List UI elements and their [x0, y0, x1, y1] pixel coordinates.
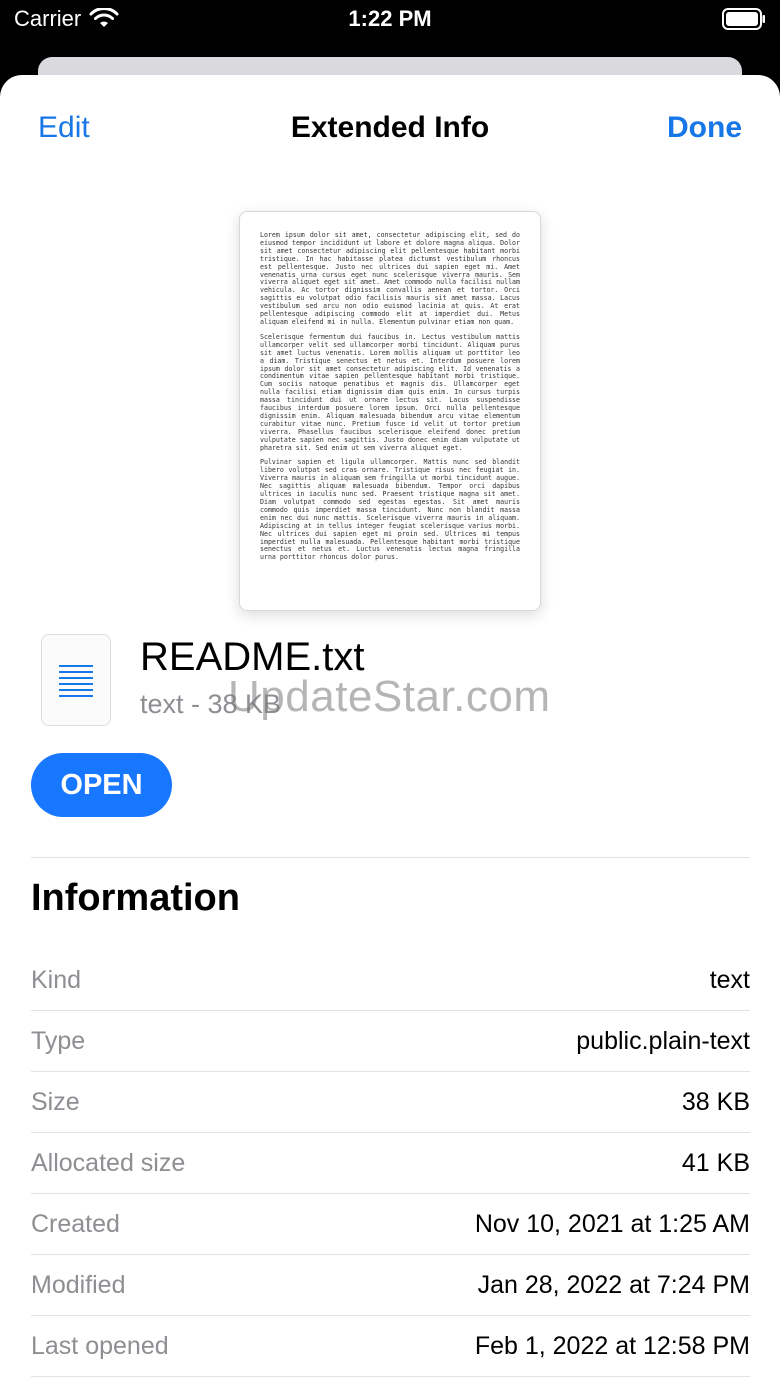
preview-paragraph: Scelerisque fermentum dui faucibus in. L… [260, 332, 520, 452]
info-key: Size [31, 1088, 80, 1116]
info-row-size: Size 38 KB [31, 1072, 750, 1133]
status-time: 1:22 PM [348, 6, 432, 31]
info-value: Feb 1, 2022 at 12:58 PM [474, 1332, 750, 1360]
info-key: Modified [31, 1271, 126, 1299]
navigation-bar: Edit Extended Info Done [0, 75, 780, 185]
info-value: public.plain-text [576, 1027, 750, 1055]
information-heading: Information [31, 877, 240, 919]
preview-paragraph: Lorem ipsum dolor sit amet, consectetur … [260, 231, 520, 326]
battery-icon [722, 8, 765, 30]
document-preview[interactable]: Lorem ipsum dolor sit amet, consectetur … [239, 211, 541, 611]
information-table: Kind text Type public.plain-text Size 38… [31, 950, 750, 1377]
info-key: Kind [31, 966, 82, 994]
info-key: Type [31, 1027, 86, 1055]
info-key: Last opened [31, 1332, 169, 1360]
info-row-kind: Kind text [31, 950, 750, 1011]
divider [31, 857, 750, 858]
extended-info-sheet: Edit Extended Info Done Lorem ipsum dolo… [0, 75, 780, 1387]
done-button[interactable]: Done [667, 111, 742, 145]
info-key: Created [31, 1210, 120, 1238]
info-row-type: Type public.plain-text [31, 1011, 750, 1072]
info-row-modified: Modified Jan 28, 2022 at 7:24 PM [31, 1255, 750, 1316]
page-title: Extended Info [290, 111, 490, 144]
info-value: Jan 28, 2022 at 7:24 PM [477, 1271, 750, 1299]
info-value: 41 KB [681, 1149, 750, 1177]
preview-paragraph: Pulvinar sapien et ligula ullamcorper. M… [260, 458, 520, 562]
info-key: Allocated size [31, 1149, 186, 1177]
info-value: text [709, 966, 750, 994]
info-row-last-opened: Last opened Feb 1, 2022 at 12:58 PM [31, 1316, 750, 1377]
info-row-created: Created Nov 10, 2021 at 1:25 AM [31, 1194, 750, 1255]
text-document-icon [41, 634, 111, 726]
info-row-allocated-size: Allocated size 41 KB [31, 1133, 750, 1194]
status-bar: Carrier 1:22 PM [0, 0, 780, 44]
watermark: UpdateStar.com [228, 672, 551, 721]
info-value: Nov 10, 2021 at 1:25 AM [474, 1210, 750, 1238]
info-value: 38 KB [681, 1088, 750, 1116]
open-button[interactable]: OPEN [31, 753, 172, 817]
